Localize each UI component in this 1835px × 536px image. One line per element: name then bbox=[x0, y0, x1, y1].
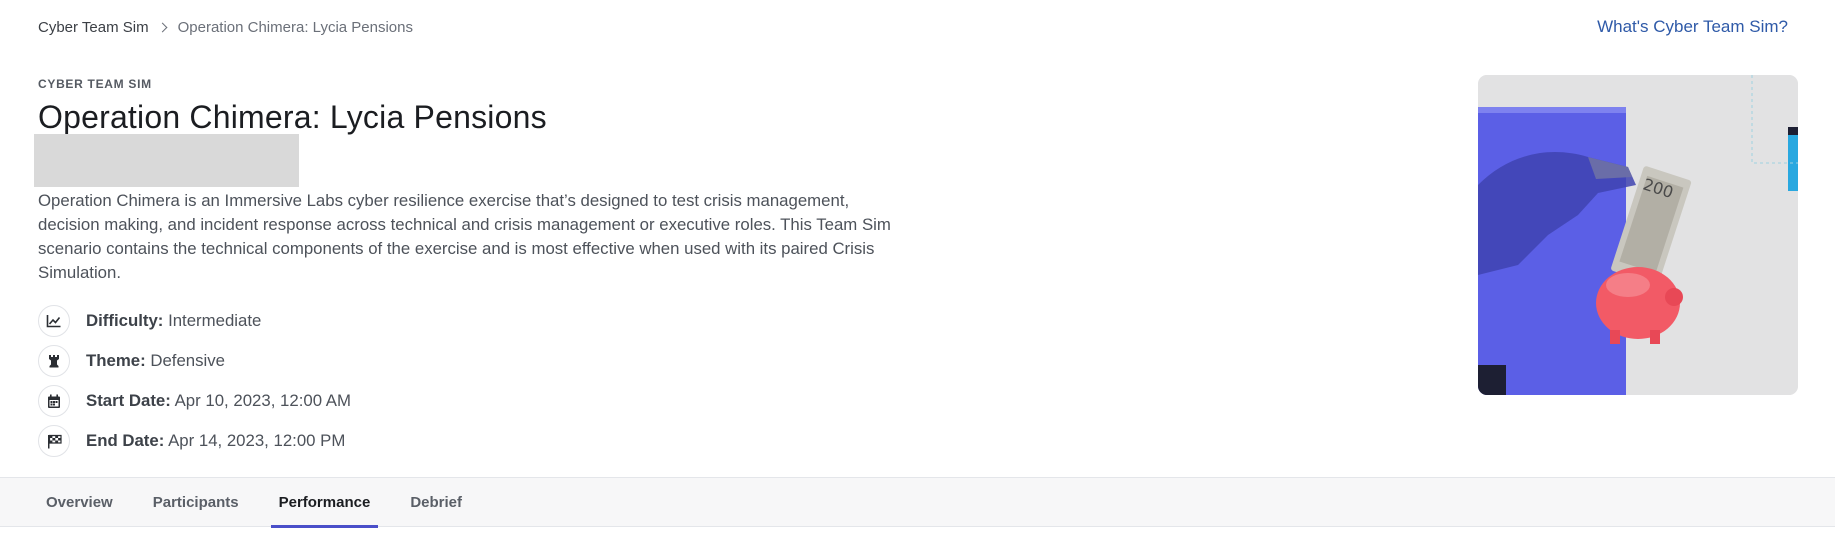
chart-line-icon bbox=[38, 305, 70, 337]
tab-participants[interactable]: Participants bbox=[145, 478, 247, 527]
meta-label: Theme: bbox=[86, 351, 146, 370]
breadcrumb-root-link[interactable]: Cyber Team Sim bbox=[38, 19, 149, 36]
meta-value: Apr 10, 2023, 12:00 AM bbox=[174, 391, 351, 410]
meta-label: End Date: bbox=[86, 431, 165, 450]
meta-label: Start Date: bbox=[86, 391, 171, 410]
meta-end-date: End Date: Apr 14, 2023, 12:00 PM bbox=[38, 421, 351, 461]
hero-image: 200 bbox=[1478, 75, 1798, 395]
tab-performance[interactable]: Performance bbox=[270, 478, 379, 528]
tab-debrief[interactable]: Debrief bbox=[402, 478, 470, 527]
meta-start-date: Start Date: Apr 10, 2023, 12:00 AM bbox=[38, 381, 351, 421]
eyebrow-label: CYBER TEAM SIM bbox=[38, 77, 152, 91]
meta-difficulty: Difficulty: Intermediate bbox=[38, 301, 351, 341]
breadcrumb: Cyber Team Sim Operation Chimera: Lycia … bbox=[38, 19, 413, 36]
meta-value: Intermediate bbox=[168, 311, 262, 330]
meta-value: Apr 14, 2023, 12:00 PM bbox=[168, 431, 346, 450]
tab-overview[interactable]: Overview bbox=[38, 478, 121, 527]
meta-label: Difficulty: bbox=[86, 311, 164, 330]
chevron-right-icon bbox=[157, 22, 168, 33]
checkered-flag-icon bbox=[38, 425, 70, 457]
chess-rook-icon bbox=[38, 345, 70, 377]
redacted-block bbox=[34, 134, 299, 187]
meta-value: Defensive bbox=[150, 351, 225, 370]
meta-list: Difficulty: Intermediate Theme: Defensiv… bbox=[38, 301, 351, 461]
calendar-icon bbox=[38, 385, 70, 417]
tab-bar: Overview Participants Performance Debrie… bbox=[0, 477, 1835, 528]
page-title: Operation Chimera: Lycia Pensions bbox=[38, 99, 547, 135]
meta-theme: Theme: Defensive bbox=[38, 341, 351, 381]
breadcrumb-current: Operation Chimera: Lycia Pensions bbox=[177, 19, 413, 36]
description: Operation Chimera is an Immersive Labs c… bbox=[38, 191, 891, 282]
whats-cyber-team-sim-link[interactable]: What's Cyber Team Sim? bbox=[1597, 17, 1788, 37]
